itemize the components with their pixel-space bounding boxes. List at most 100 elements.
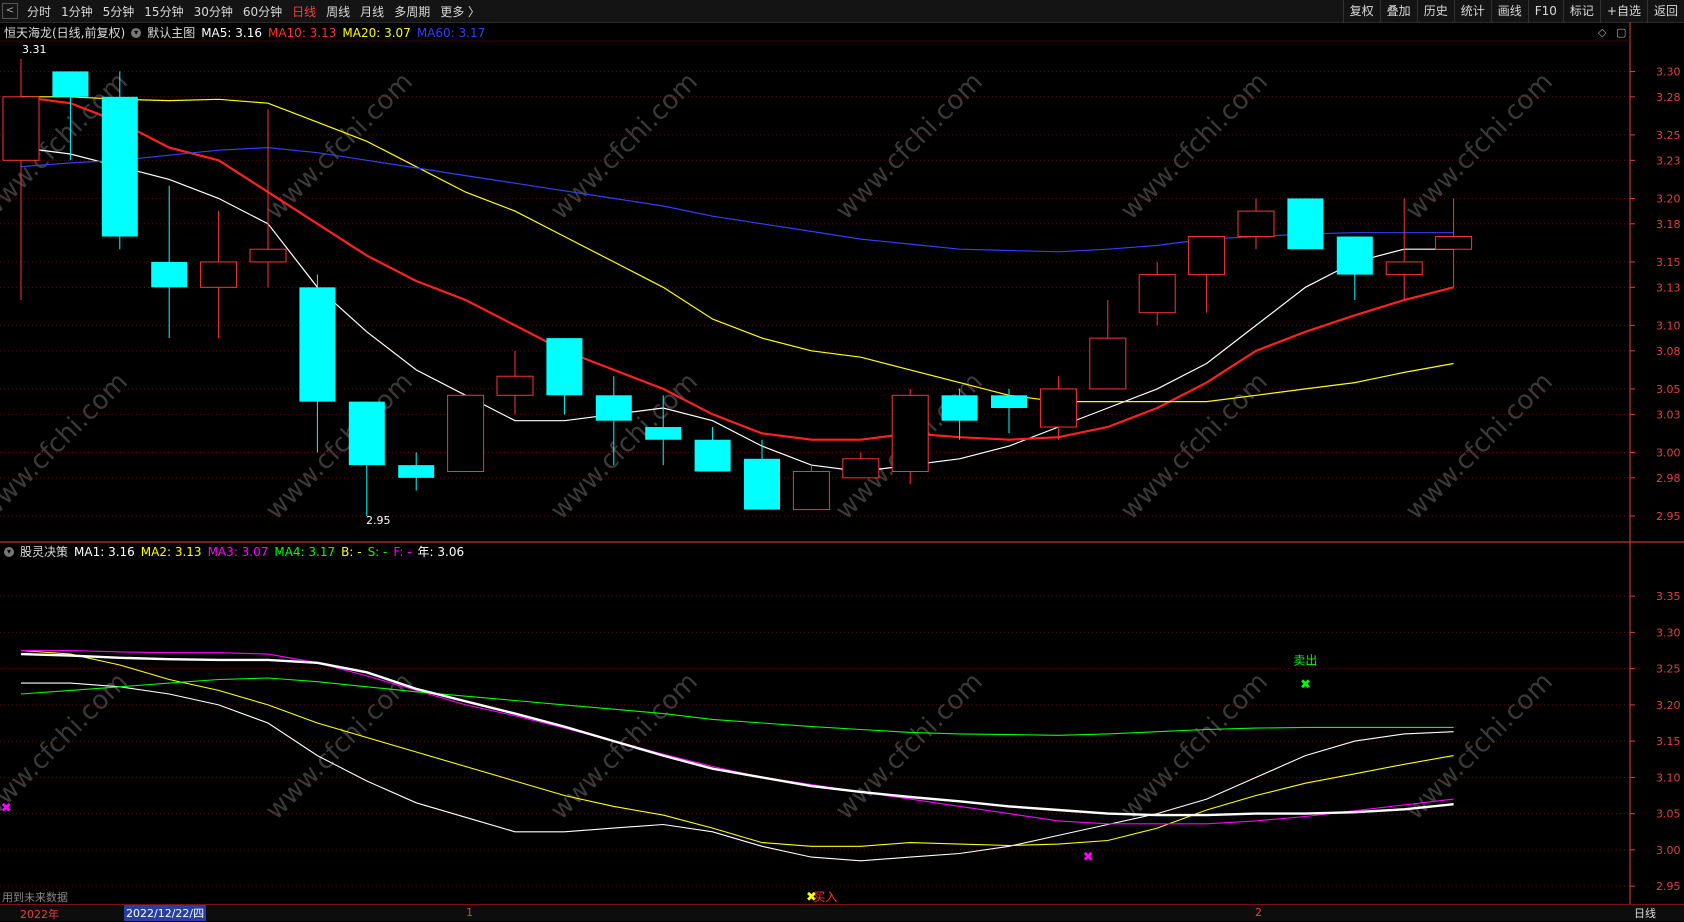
candle bbox=[2, 58, 40, 301]
price-tick-13: 3.28 bbox=[1656, 91, 1681, 104]
stock-name[interactable]: 恒天海龙(日线,前复权) bbox=[4, 24, 125, 41]
ind-tick-5: 3.20 bbox=[1656, 699, 1681, 712]
price-tick-5: 3.08 bbox=[1656, 345, 1681, 358]
price-axis: 2.95 2.98 3.00 3.03 3.05 3.08 3.10 3.13 3.15 3.18… bbox=[1630, 65, 1681, 523]
price-tick-11: 3.23 bbox=[1656, 154, 1681, 167]
candle-body bbox=[1138, 274, 1176, 314]
ind-line-MA3 bbox=[21, 649, 1454, 825]
candle bbox=[1287, 198, 1324, 250]
candle-body bbox=[694, 439, 731, 472]
candle-body bbox=[249, 248, 287, 263]
candle bbox=[496, 350, 534, 415]
ma20-label: MA20: 3.07 bbox=[342, 25, 411, 40]
candle-body bbox=[1435, 236, 1473, 250]
ma3-label: MA3: 3.07 bbox=[207, 544, 269, 559]
ind-line-年 bbox=[20, 652, 1454, 817]
ind-tick-6: 3.25 bbox=[1656, 663, 1681, 676]
candle-body bbox=[52, 71, 89, 97]
diamond-icon[interactable]: ◇ bbox=[1598, 26, 1606, 39]
candle-body bbox=[891, 394, 929, 472]
panel-icon[interactable]: ▢ bbox=[1616, 26, 1626, 39]
candle bbox=[1435, 198, 1473, 288]
candle bbox=[694, 427, 731, 472]
indicator-legend: ▾ 股灵决策 MA1: 3.16 MA2: 3.13 MA3: 3.07 MA4… bbox=[4, 543, 464, 560]
price-tick-6: 3.10 bbox=[1656, 319, 1681, 332]
candle bbox=[299, 274, 336, 453]
period-indicator[interactable]: 日线 bbox=[1634, 905, 1656, 921]
candle-body bbox=[1287, 198, 1324, 250]
ind-line-MA2 bbox=[20, 649, 1454, 847]
signal-x-icon-0: ✖ bbox=[1, 801, 12, 816]
candle bbox=[991, 388, 1027, 434]
candle bbox=[645, 395, 682, 466]
chart-frame bbox=[0, 22, 1684, 904]
candle-body bbox=[2, 96, 40, 161]
candle bbox=[52, 71, 89, 161]
ma10-label: MA10: 3.13 bbox=[267, 25, 337, 40]
year-label: 年: 3.06 bbox=[417, 545, 465, 559]
candle bbox=[891, 388, 929, 485]
ind-tick-4: 3.15 bbox=[1656, 735, 1681, 748]
indicator-toggle-icon[interactable]: ▾ bbox=[4, 546, 14, 557]
main-line-MA20 bbox=[21, 96, 1454, 403]
candle bbox=[1188, 236, 1226, 313]
candle bbox=[1336, 236, 1373, 301]
ind-tick-8: 3.35 bbox=[1656, 590, 1681, 603]
candles bbox=[2, 58, 1473, 516]
ma60-label: MA60: 3.17 bbox=[416, 25, 486, 40]
cursor-date: 2022/12/22/四 bbox=[124, 905, 207, 921]
future-data-note: 用到未来数据 bbox=[2, 891, 68, 904]
candle-body bbox=[792, 470, 830, 511]
template-toggle-icon[interactable]: ▾ bbox=[131, 27, 142, 38]
ind-tick-7: 3.30 bbox=[1656, 626, 1681, 639]
price-tick-12: 3.25 bbox=[1656, 129, 1681, 142]
s-label: S: - bbox=[367, 544, 388, 559]
high-price-annotation: 3.31 bbox=[22, 43, 47, 56]
chart-area[interactable]: ✖✖买入✖✖卖出 2.952.983.003.033.053.083.103.1… bbox=[0, 0, 1684, 920]
time-axis-bar: 2022年 2022/12/22/四 1 2 日线 bbox=[0, 904, 1684, 921]
candle-body bbox=[1237, 210, 1275, 238]
candle bbox=[1039, 376, 1077, 440]
candle bbox=[1138, 261, 1176, 326]
price-tick-0: 2.95 bbox=[1656, 510, 1681, 523]
indicator-axis: 2.95 3.00 3.05 3.10 3.15 3.20 3.25 3.30 3.35 bbox=[1630, 590, 1681, 893]
window-icons: ◇ ▢ bbox=[1598, 26, 1626, 39]
month-tick-1: 1 bbox=[466, 906, 473, 919]
price-tick-2: 3.00 bbox=[1656, 446, 1681, 459]
price-tick-3: 3.03 bbox=[1656, 408, 1681, 421]
f-label: F: - bbox=[393, 544, 412, 559]
candle-body bbox=[348, 401, 385, 466]
b-label: B: - bbox=[341, 544, 362, 559]
signal-markers: ✖✖买入✖✖卖出 bbox=[1, 654, 1318, 905]
candle-body bbox=[200, 261, 238, 288]
ma1-label: MA1: 3.16 bbox=[74, 544, 135, 559]
ma2-label: MA2: 3.13 bbox=[140, 544, 202, 559]
signal-x-icon-2: ✖ bbox=[1083, 850, 1094, 865]
candle-body bbox=[595, 395, 632, 421]
candle bbox=[200, 211, 238, 339]
price-tick-7: 3.13 bbox=[1656, 281, 1681, 294]
candle bbox=[151, 185, 188, 339]
candle bbox=[842, 452, 880, 479]
low-price-annotation: 2.95 bbox=[366, 514, 391, 527]
indicator-name[interactable]: 股灵决策 bbox=[20, 543, 68, 560]
candle-body bbox=[546, 338, 583, 396]
month-tick-2: 2 bbox=[1255, 906, 1262, 919]
candle-body bbox=[398, 465, 435, 478]
signal-label-1: 买入 bbox=[813, 890, 837, 904]
candle-body bbox=[447, 394, 485, 472]
candle-body bbox=[151, 261, 188, 288]
candle-body bbox=[991, 395, 1027, 408]
candle-body bbox=[842, 458, 880, 479]
candle bbox=[447, 394, 485, 472]
candle-body bbox=[941, 395, 978, 421]
template-name[interactable]: 默认主图 bbox=[147, 24, 195, 41]
ind-line-MA4 bbox=[20, 677, 1454, 736]
candle-body bbox=[299, 287, 336, 402]
candle bbox=[941, 388, 978, 440]
candle-body bbox=[1336, 236, 1373, 275]
indicator-lines bbox=[20, 649, 1454, 862]
price-grid bbox=[0, 70, 1630, 517]
price-tick-1: 2.98 bbox=[1656, 472, 1681, 485]
main-legend: 恒天海龙(日线,前复权) ▾ 默认主图 MA5: 3.16 MA10: 3.13… bbox=[4, 24, 485, 41]
